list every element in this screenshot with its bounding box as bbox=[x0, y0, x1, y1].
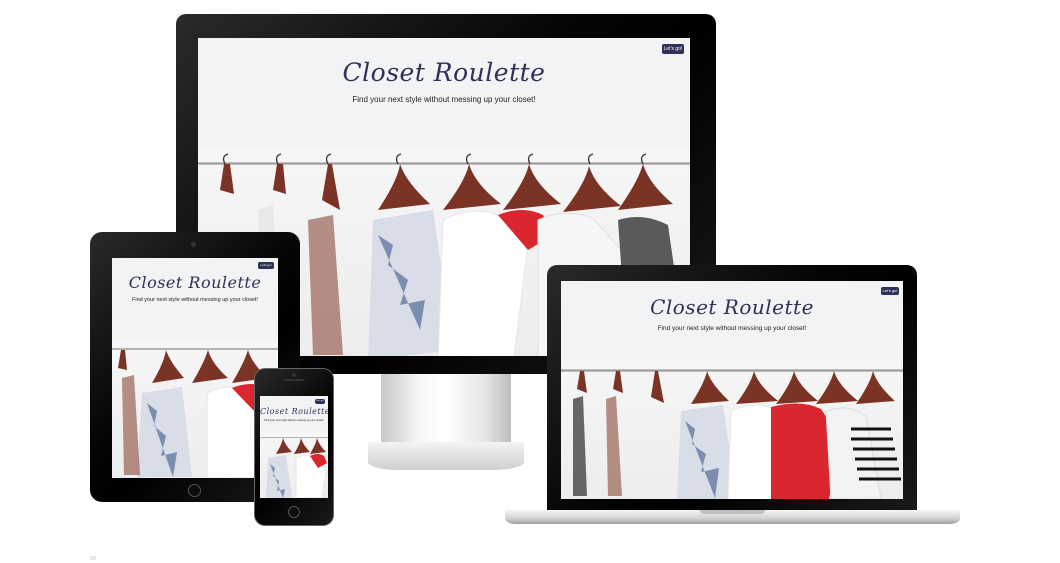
lets-go-button[interactable]: Let's go! bbox=[258, 262, 274, 269]
hero: Closet Roulette Find your next style wit… bbox=[260, 407, 328, 422]
home-button-icon[interactable] bbox=[188, 484, 201, 497]
site-title: Closet Roulette bbox=[128, 273, 262, 292]
closet-photo bbox=[561, 359, 903, 499]
laptop-screen: Let's go! Closet Roulette Find your next… bbox=[561, 281, 903, 499]
site-tagline: Find your next style without messing up … bbox=[352, 95, 536, 104]
site-tagline: Find your next style without messing up … bbox=[132, 297, 258, 303]
site-preview-laptop: Let's go! Closet Roulette Find your next… bbox=[561, 281, 903, 499]
monitor-stand-base bbox=[368, 442, 524, 470]
camera-icon bbox=[191, 242, 196, 247]
lets-go-button[interactable]: Let's go! bbox=[315, 399, 325, 404]
decorative-dot bbox=[90, 556, 96, 560]
phone-screen: Let's go! Closet Roulette Find your next… bbox=[260, 396, 328, 498]
hanging-clothes-illustration bbox=[573, 371, 901, 499]
hero: Closet Roulette Find your next style wit… bbox=[198, 58, 690, 104]
lets-go-button[interactable]: Let's go! bbox=[662, 44, 684, 54]
site-title: Closet Roulette bbox=[260, 407, 328, 416]
site-preview-phone: Let's go! Closet Roulette Find your next… bbox=[260, 396, 328, 498]
hanger-icon bbox=[222, 153, 647, 165]
hero: Closet Roulette Find your next style wit… bbox=[561, 295, 903, 332]
camera-icon bbox=[292, 373, 296, 377]
phone-speaker bbox=[284, 379, 304, 381]
monitor-stand-neck bbox=[381, 374, 511, 446]
hero: Closet Roulette Find your next style wit… bbox=[112, 273, 278, 303]
site-title: Closet Roulette bbox=[650, 295, 814, 319]
laptop: Let's go! Closet Roulette Find your next… bbox=[505, 265, 960, 527]
home-button-icon[interactable] bbox=[288, 506, 300, 518]
laptop-notch bbox=[700, 510, 765, 514]
closet-photo bbox=[260, 432, 328, 498]
phone: Let's go! Closet Roulette Find your next… bbox=[254, 368, 334, 526]
site-tagline: Find your next style without messing up … bbox=[657, 325, 807, 332]
hanging-clothes-illustration bbox=[266, 438, 327, 498]
site-title: Closet Roulette bbox=[342, 58, 546, 87]
lets-go-button[interactable]: Let's go! bbox=[881, 287, 899, 295]
site-tagline: Find your next style without messing up … bbox=[264, 419, 324, 422]
